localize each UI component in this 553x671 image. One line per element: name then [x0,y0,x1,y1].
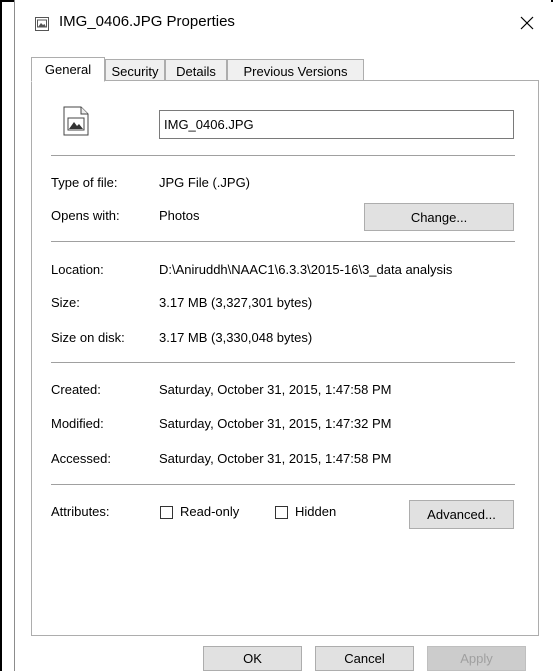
tab-general[interactable]: General [31,57,105,82]
location-label: Location: [51,262,104,277]
title-bar[interactable]: IMG_0406.JPG Properties [15,0,552,44]
properties-dialog: IMG_0406.JPG Properties General Security… [14,0,551,671]
type-of-file-value: JPG File (.JPG) [159,175,251,190]
image-file-icon [35,17,49,31]
read-only-label[interactable]: Read-only [180,504,239,519]
general-tab-panel [31,80,539,636]
location-value: D:\Aniruddh\NAAC1\6.3.3\2015-16\3_data a… [159,262,453,277]
advanced-button[interactable]: Advanced... [409,500,514,529]
read-only-checkbox[interactable] [160,506,173,519]
accessed-label: Accessed: [51,451,111,466]
size-on-disk-label: Size on disk: [51,330,125,345]
opens-with-value: Photos [159,208,200,223]
modified-value: Saturday, October 31, 2015, 1:47:32 PM [159,416,392,431]
change-button[interactable]: Change... [364,203,514,231]
accessed-value: Saturday, October 31, 2015, 1:47:58 PM [159,451,392,466]
image-file-icon [63,106,89,136]
modified-label: Modified: [51,416,104,431]
tab-previous-versions[interactable]: Previous Versions [227,59,364,80]
close-icon [520,16,534,30]
opens-with-label: Opens with: [51,208,120,223]
separator [51,362,515,363]
close-button[interactable] [507,8,547,38]
created-value: Saturday, October 31, 2015, 1:47:58 PM [159,382,392,397]
outer-frame-left [0,0,2,671]
hidden-label[interactable]: Hidden [295,504,336,519]
hidden-checkbox[interactable] [275,506,288,519]
separator [51,155,515,156]
size-label: Size: [51,295,80,310]
tab-details[interactable]: Details [165,59,227,80]
type-of-file-label: Type of file: [51,175,118,190]
separator [51,484,515,485]
size-value: 3.17 MB (3,327,301 bytes) [159,295,313,310]
file-name-input[interactable] [159,110,514,139]
attributes-label: Attributes: [51,504,110,519]
ok-button[interactable]: OK [203,646,302,671]
separator [51,241,515,242]
size-on-disk-value: 3.17 MB (3,330,048 bytes) [159,330,313,345]
created-label: Created: [51,382,101,397]
apply-button[interactable]: Apply [427,646,526,671]
window-title: IMG_0406.JPG Properties [59,13,235,30]
tab-security[interactable]: Security [105,59,165,80]
cancel-button[interactable]: Cancel [315,646,414,671]
